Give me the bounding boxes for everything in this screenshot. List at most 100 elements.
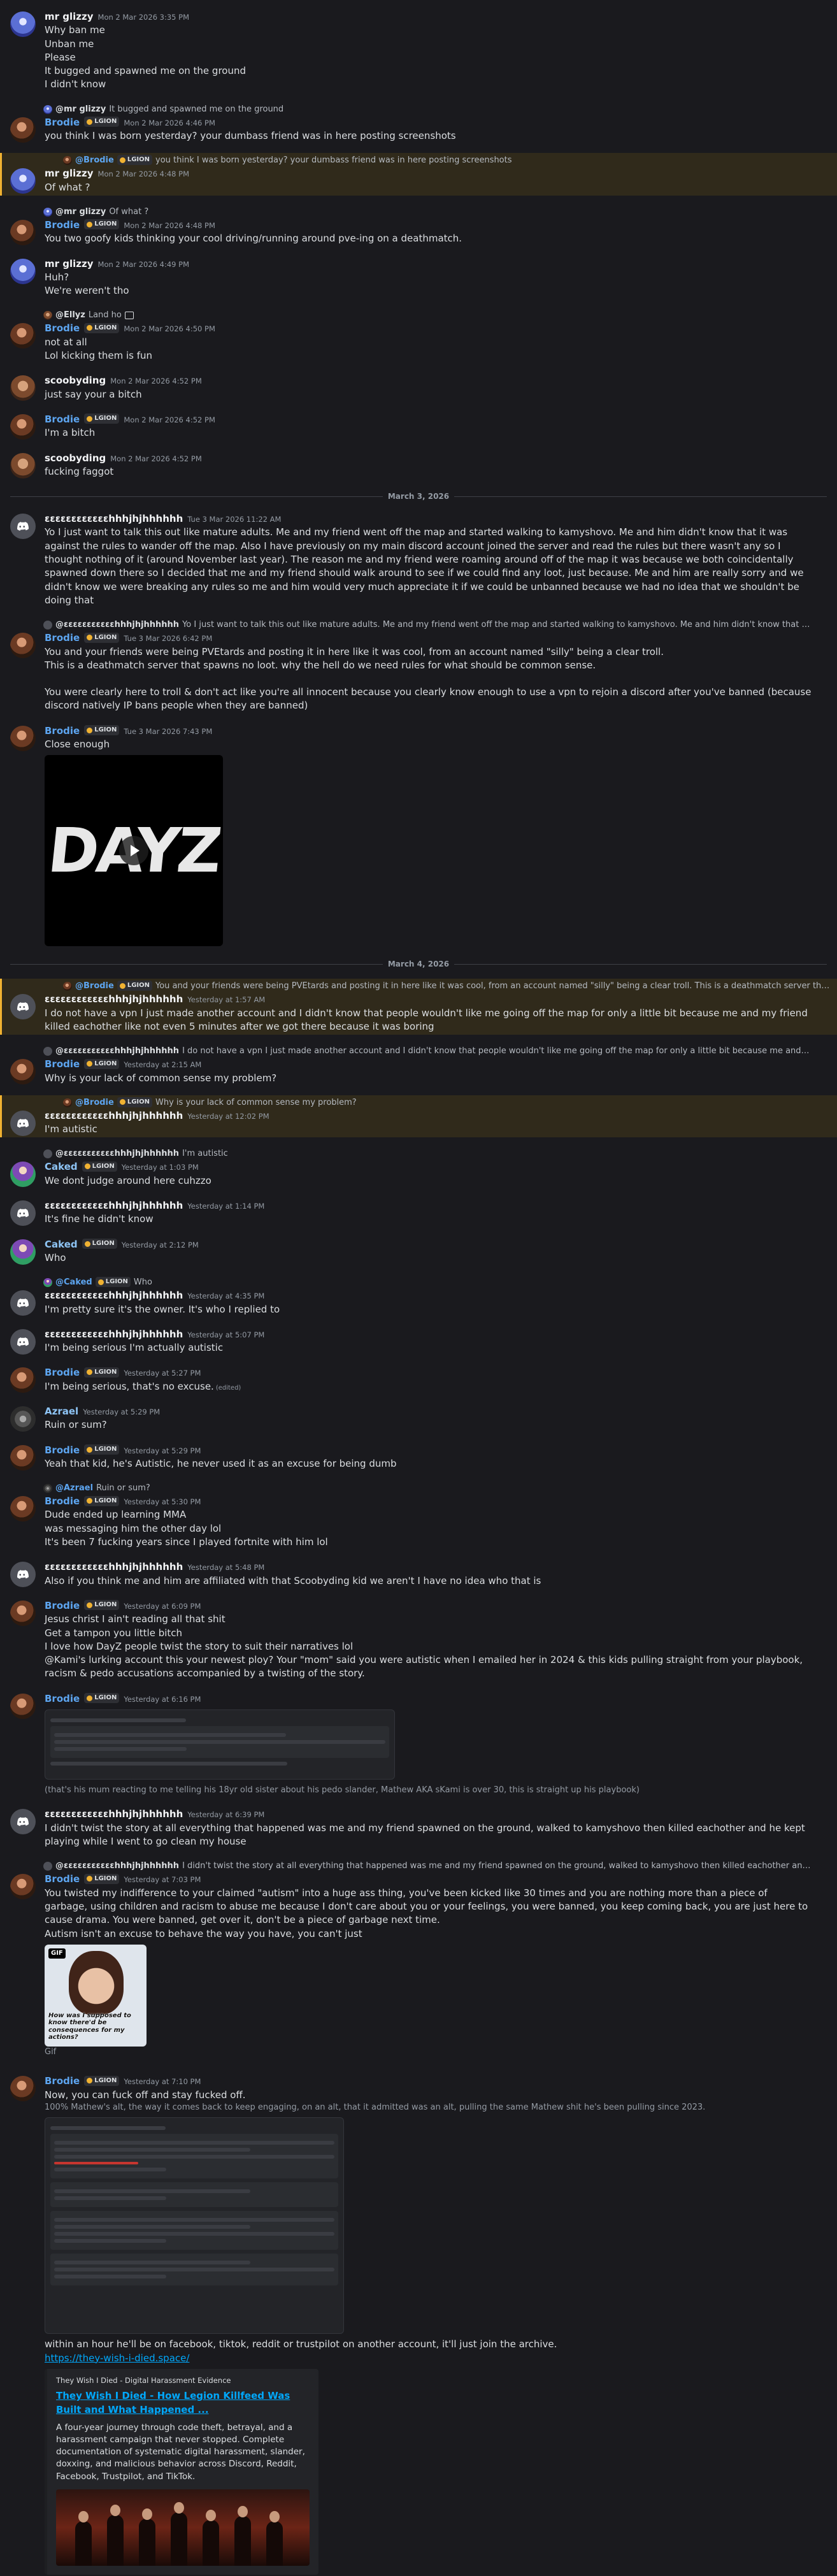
username[interactable]: Brodie xyxy=(45,631,80,645)
username[interactable]: mr glizzy xyxy=(45,257,94,271)
avatar[interactable] xyxy=(10,323,36,349)
reply-preview[interactable]: @Brodie LGION Why is your lack of common s… xyxy=(63,1097,831,1109)
guild-tag[interactable]: LGION xyxy=(84,414,120,424)
username[interactable]: Brodie xyxy=(45,1873,80,1886)
avatar[interactable] xyxy=(10,994,36,1020)
avatar[interactable] xyxy=(10,258,36,284)
username[interactable]: Caked xyxy=(45,1238,78,1251)
reply-preview[interactable]: @Caked LGION Who xyxy=(43,1276,812,1289)
embed-image[interactable] xyxy=(56,2489,310,2566)
avatar[interactable] xyxy=(10,1110,36,1136)
avatar[interactable] xyxy=(10,1328,36,1355)
guild-tag[interactable]: LGION xyxy=(82,1239,117,1249)
reply-preview[interactable]: @ɛɛɛɛɛɛɛɛɛɛɛhhhjhjhhhhhh I'm autistic xyxy=(43,1148,812,1160)
guild-tag[interactable]: LGION xyxy=(84,1058,120,1069)
guild-tag[interactable]: LGION xyxy=(84,1693,120,1704)
username[interactable]: Brodie xyxy=(45,413,80,426)
username[interactable]: Brodie xyxy=(45,1495,80,1508)
username[interactable]: Brodie xyxy=(45,724,80,738)
video-attachment[interactable]: DAYZ xyxy=(45,755,223,947)
gif-label: Gif xyxy=(45,2047,57,2057)
gif-attachment[interactable]: GIF How was I supposed to know there'd b… xyxy=(45,1944,147,2047)
avatar[interactable] xyxy=(10,1562,36,1588)
reply-preview[interactable]: @Azrael Ruin or sum? xyxy=(43,1482,812,1495)
username[interactable]: ɛɛɛɛɛɛɛɛɛɛɛɛhhhjhjhhhhhh xyxy=(45,1808,183,1821)
reply-preview[interactable]: @Brodie LGION You and your friends were be… xyxy=(63,980,831,993)
avatar[interactable] xyxy=(10,1874,36,1900)
embed-title[interactable]: They Wish I Died - How Legion Killfeed W… xyxy=(56,2389,310,2417)
reply-preview[interactable]: @Ellyz Land ho xyxy=(43,309,812,322)
guild-tag[interactable]: LGION xyxy=(84,725,120,736)
avatar[interactable] xyxy=(10,1059,36,1085)
avatar[interactable] xyxy=(10,452,36,479)
guild-tag[interactable]: LGION xyxy=(84,1444,120,1455)
guild-tag[interactable]: LGION xyxy=(82,1161,117,1172)
guild-tag[interactable]: LGION xyxy=(84,219,120,230)
website-link[interactable]: https://they-wish-i-died.space/ xyxy=(45,2352,189,2364)
embed-provider[interactable]: They Wish I Died - Digital Harassment Ev… xyxy=(56,2375,310,2385)
reply-preview[interactable]: @Brodie LGION you think I was born yesterd… xyxy=(63,154,831,167)
username[interactable]: Brodie xyxy=(45,1599,80,1613)
username[interactable]: ɛɛɛɛɛɛɛɛɛɛɛɛhhhjhjhhhhhh xyxy=(45,512,183,526)
avatar[interactable] xyxy=(10,633,36,659)
username[interactable]: Brodie xyxy=(45,1366,80,1379)
avatar[interactable] xyxy=(10,117,36,143)
avatar[interactable] xyxy=(10,1290,36,1316)
screenshot-attachment[interactable] xyxy=(45,1709,395,1780)
reply-preview[interactable]: @mr glizzy It bugged and spawned me on th… xyxy=(43,103,812,116)
reply-preview[interactable]: @ɛɛɛɛɛɛɛɛɛɛɛhhhjhjhhhhhh I do not have a … xyxy=(43,1045,812,1058)
avatar[interactable] xyxy=(10,1444,36,1471)
username[interactable]: Caked xyxy=(45,1160,78,1174)
avatar[interactable] xyxy=(10,168,36,194)
reply-preview[interactable]: @ɛɛɛɛɛɛɛɛɛɛɛhhhjhjhhhhhh Yo I just want t… xyxy=(43,619,812,631)
username[interactable]: ɛɛɛɛɛɛɛɛɛɛɛɛhhhjhjhhhhhh xyxy=(45,993,183,1006)
reply-preview[interactable]: @ɛɛɛɛɛɛɛɛɛɛɛhhhjhjhhhhhh I didn't twist t… xyxy=(43,1860,812,1873)
username[interactable]: ɛɛɛɛɛɛɛɛɛɛɛɛhhhjhjhhhhhh xyxy=(45,1289,183,1302)
message-text: I'm being serious I'm actually autistic xyxy=(45,1342,224,1354)
avatar[interactable] xyxy=(10,375,36,401)
avatar[interactable] xyxy=(10,1600,36,1626)
username[interactable]: ɛɛɛɛɛɛɛɛɛɛɛɛhhhjhjhhhhhh xyxy=(45,1199,183,1212)
guild-tag[interactable]: LGION xyxy=(84,632,120,643)
guild-tag[interactable]: LGION xyxy=(84,1600,120,1611)
play-icon[interactable] xyxy=(119,836,148,866)
avatar[interactable] xyxy=(10,219,36,245)
username[interactable]: scoobyding xyxy=(45,374,106,387)
avatar[interactable] xyxy=(10,1809,36,1835)
guild-tag[interactable]: LGION xyxy=(84,322,120,333)
username[interactable]: Brodie xyxy=(45,1058,80,1071)
avatar[interactable] xyxy=(10,414,36,440)
screenshot-block xyxy=(50,2134,338,2179)
guild-tag[interactable]: LGION xyxy=(84,1873,120,1884)
username[interactable]: scoobyding xyxy=(45,452,106,465)
avatar[interactable] xyxy=(10,1496,36,1522)
username[interactable]: mr glizzy xyxy=(45,167,94,180)
username[interactable]: Azrael xyxy=(45,1405,78,1418)
username[interactable]: Brodie xyxy=(45,1692,80,1706)
username[interactable]: Brodie xyxy=(45,1444,80,1457)
username[interactable]: Brodie xyxy=(45,2075,80,2088)
username[interactable]: Brodie xyxy=(45,322,80,335)
avatar[interactable] xyxy=(10,514,36,540)
avatar[interactable] xyxy=(10,1239,36,1265)
avatar[interactable] xyxy=(10,1406,36,1432)
username[interactable]: mr glizzy xyxy=(45,10,94,24)
avatar[interactable] xyxy=(10,725,36,751)
avatar[interactable] xyxy=(10,1200,36,1227)
username[interactable]: ɛɛɛɛɛɛɛɛɛɛɛɛhhhjhjhhhhhh xyxy=(45,1560,183,1574)
avatar[interactable] xyxy=(10,11,36,37)
avatar[interactable] xyxy=(10,2076,36,2102)
username[interactable]: Brodie xyxy=(45,219,80,232)
guild-tag[interactable]: LGION xyxy=(84,2075,120,2086)
username[interactable]: Brodie xyxy=(45,116,80,129)
avatar[interactable] xyxy=(10,1162,36,1188)
guild-tag[interactable]: LGION xyxy=(84,117,120,127)
username[interactable]: ɛɛɛɛɛɛɛɛɛɛɛɛhhhjhjhhhhhh xyxy=(45,1328,183,1341)
guild-tag[interactable]: LGION xyxy=(84,1367,120,1378)
username[interactable]: ɛɛɛɛɛɛɛɛɛɛɛɛhhhjhjhhhhhh xyxy=(45,1109,183,1123)
reply-preview[interactable]: @mr glizzy Of what ? xyxy=(43,206,812,219)
avatar[interactable] xyxy=(10,1367,36,1393)
avatar[interactable] xyxy=(10,1693,36,1719)
guild-tag[interactable]: LGION xyxy=(84,1495,120,1506)
screenshot-attachment[interactable] xyxy=(45,2117,344,2335)
